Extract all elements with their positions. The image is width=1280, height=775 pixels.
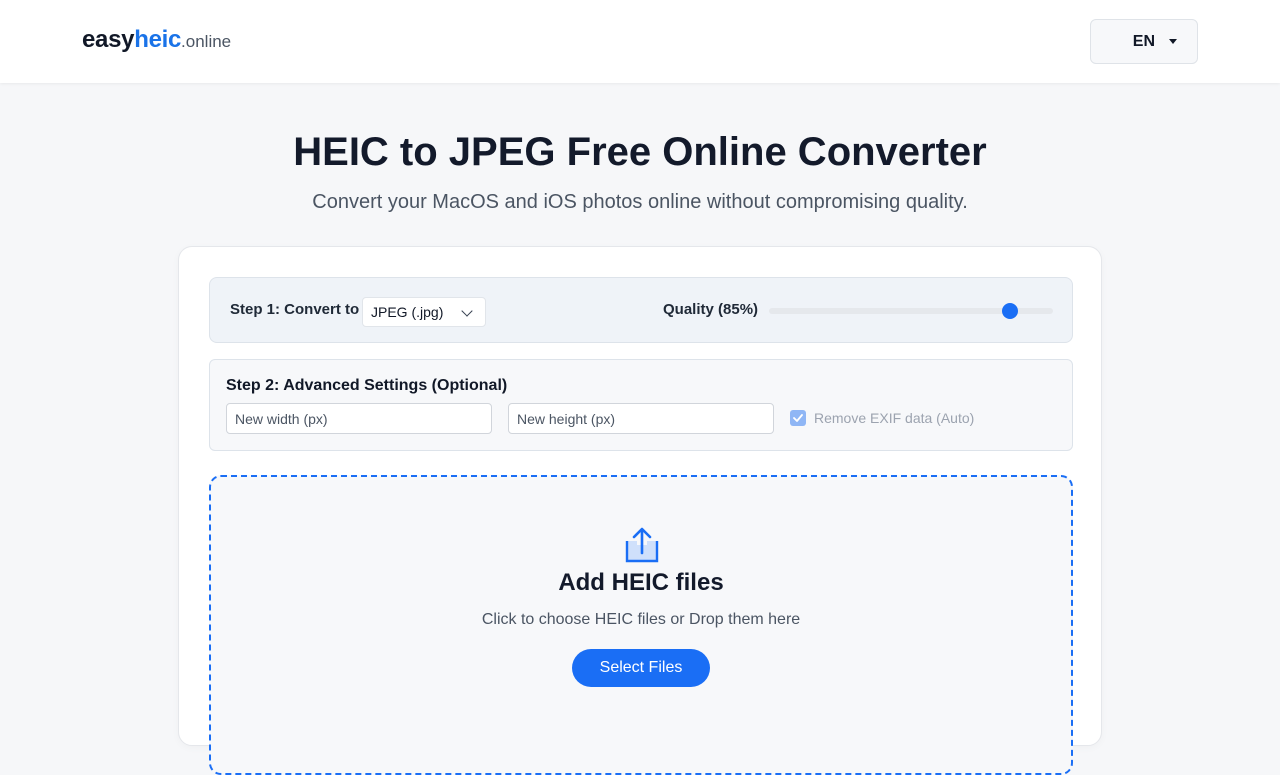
- logo-part-easy: easy: [82, 26, 135, 53]
- site-header: easyheic.online EN: [0, 0, 1280, 83]
- height-input[interactable]: [508, 403, 774, 434]
- site-logo[interactable]: easyheic.online: [82, 26, 231, 54]
- select-files-button[interactable]: Select Files: [572, 649, 710, 687]
- upload-icon: [625, 527, 659, 563]
- step1-panel: Step 1: Convert to JPEG (.jpg) Quality (…: [209, 277, 1073, 343]
- dropzone-title: Add HEIC files: [558, 569, 724, 596]
- width-input[interactable]: [226, 403, 492, 434]
- exif-option: Remove EXIF data (Auto): [790, 408, 974, 428]
- check-icon: [793, 414, 803, 422]
- exif-checkbox[interactable]: [790, 410, 806, 426]
- quality-slider[interactable]: [769, 302, 1053, 320]
- language-label: EN: [1132, 32, 1155, 50]
- chevron-down-icon: [461, 305, 473, 317]
- page-title: HEIC to JPEG Free Online Converter: [293, 130, 987, 174]
- file-dropzone[interactable]: Add HEIC files Click to choose HEIC file…: [209, 475, 1073, 775]
- converter-card: Step 1: Convert to JPEG (.jpg) Quality (…: [178, 246, 1102, 775]
- quality-label: Quality (85%): [663, 301, 759, 318]
- language-selector[interactable]: EN: [1090, 19, 1198, 64]
- logo-part-online: .online: [181, 32, 232, 51]
- format-select-value: JPEG (.jpg): [371, 304, 444, 320]
- step2-label: Step 2: Advanced Settings (Optional): [226, 377, 508, 394]
- format-select[interactable]: JPEG (.jpg): [362, 297, 486, 327]
- step2-panel: Step 2: Advanced Settings (Optional) Rem…: [209, 359, 1073, 451]
- logo-part-heic: heic: [134, 26, 182, 53]
- step1-label: Step 1: Convert to: [230, 301, 360, 318]
- caret-down-icon: [1169, 39, 1177, 44]
- page-subtitle: Convert your MacOS and iOS photos online…: [312, 191, 968, 213]
- exif-label: Remove EXIF data (Auto): [814, 410, 975, 426]
- dropzone-subtitle: Click to choose HEIC files or Drop them …: [481, 611, 801, 628]
- quality-slider-thumb[interactable]: [1002, 303, 1019, 319]
